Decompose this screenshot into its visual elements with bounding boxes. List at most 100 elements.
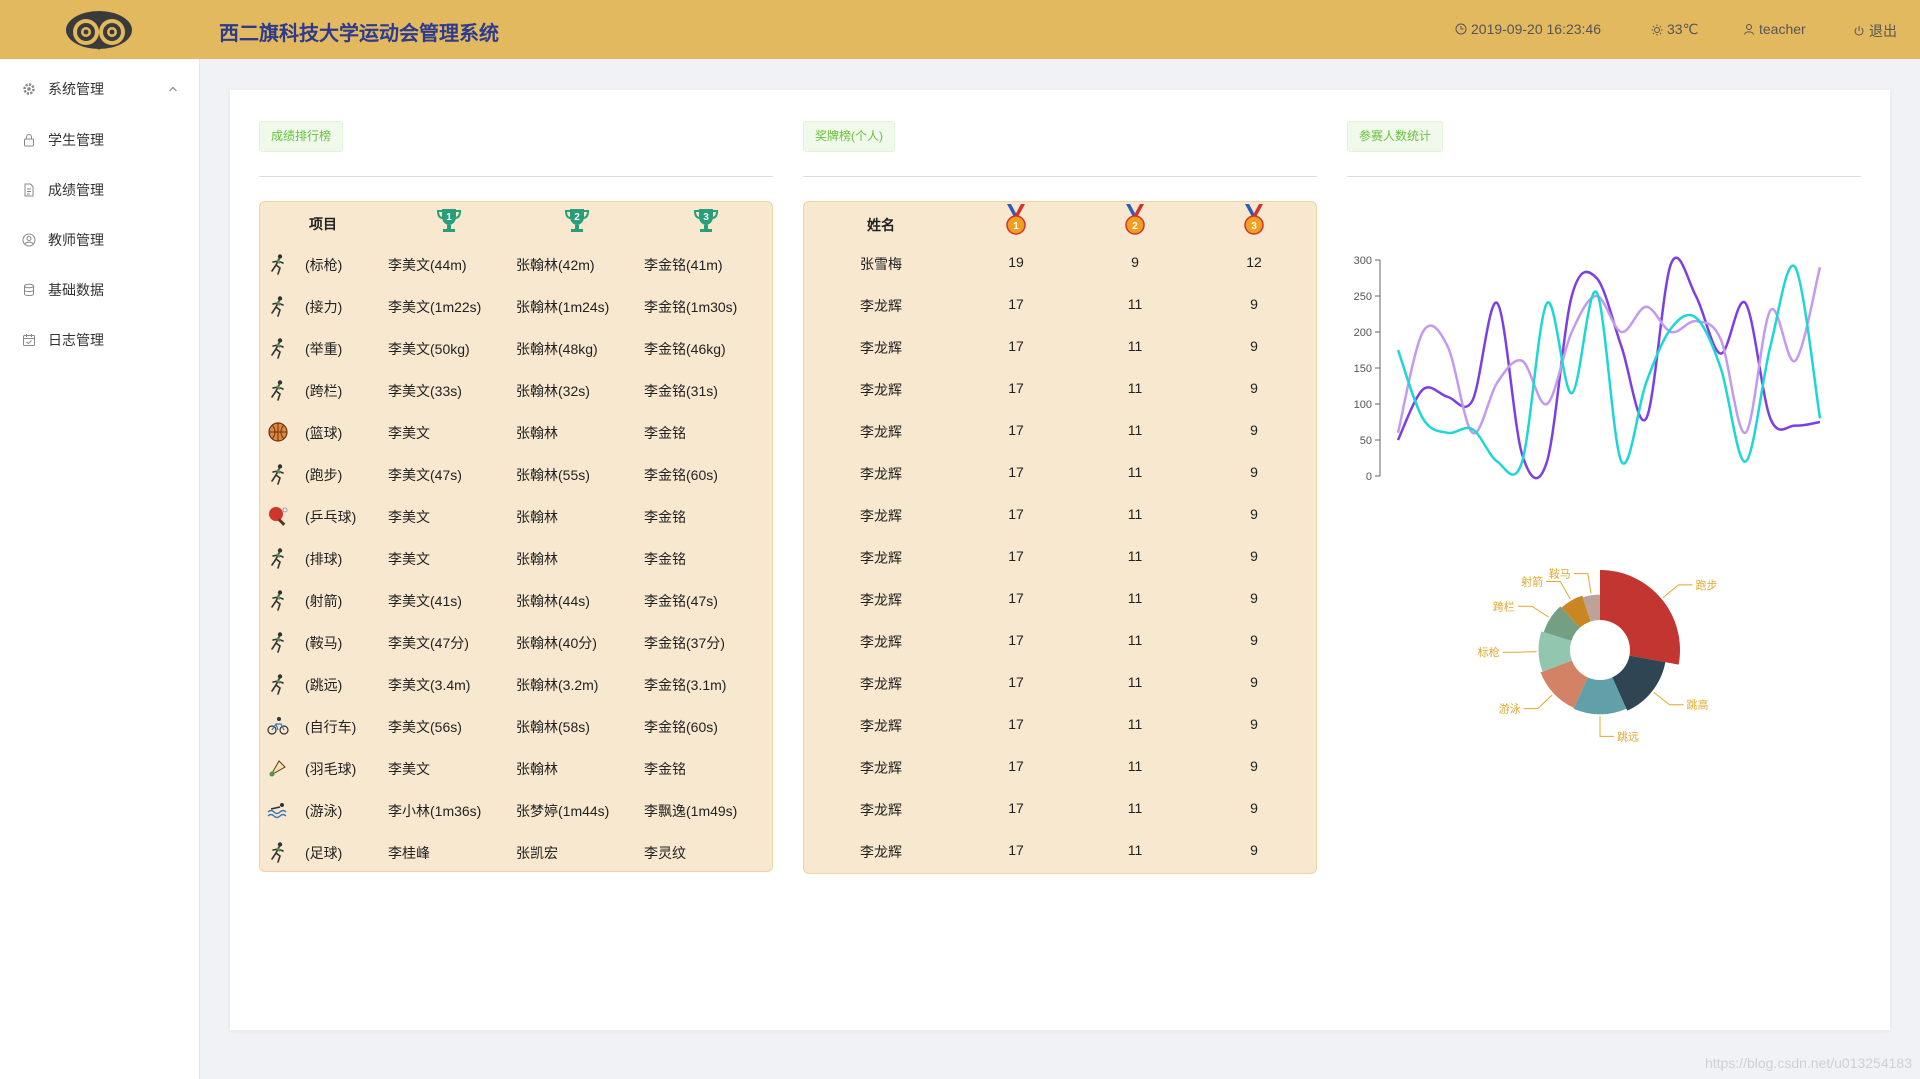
bronze-count: 9 — [1250, 296, 1258, 312]
athlete-name: 李龙辉 — [860, 676, 902, 692]
athlete-name: 李龙辉 — [860, 466, 902, 482]
second-place: 张翰林(58s) — [516, 719, 590, 735]
medals-tag: 奖牌榜(个人) — [803, 121, 895, 152]
y-tick-label: 50 — [1360, 435, 1372, 447]
silver-count: 11 — [1127, 716, 1143, 732]
second-place: 张翰林(32s) — [516, 383, 590, 399]
event-name: (篮球) — [305, 425, 343, 441]
event-name: (游泳) — [305, 803, 343, 819]
medal-3-icon: 3 — [1244, 204, 1264, 235]
username-text[interactable]: teacher — [1759, 21, 1806, 37]
medal-rank-label: 3 — [1251, 221, 1257, 232]
silver-count: 11 — [1127, 590, 1143, 606]
slice-label-line — [1662, 584, 1693, 598]
first-place: 李美文(3.4m) — [388, 677, 471, 693]
gold-count: 17 — [1008, 506, 1024, 522]
event-name: (鞍马) — [305, 635, 343, 651]
sidebar-item-logs[interactable]: 日志管理 — [0, 320, 199, 360]
athlete-name: 李龙辉 — [860, 718, 902, 734]
second-place: 张翰林 — [516, 551, 558, 567]
first-place: 李美文(33s) — [388, 383, 462, 399]
name-header: 姓名 — [867, 217, 895, 233]
bronze-count: 9 — [1250, 632, 1258, 648]
basketball-icon — [268, 422, 288, 442]
participants-rose-chart: 跑步跳高跳远 游泳 标枪 跨栏射箭鞍马 — [1478, 567, 1718, 744]
lock-icon — [24, 134, 34, 147]
event-name: (足球) — [305, 845, 343, 861]
event-name: (排球) — [305, 551, 343, 567]
silver-count: 11 — [1127, 842, 1143, 858]
first-place: 李美文 — [388, 761, 430, 777]
third-place: 李金铭 — [644, 551, 686, 567]
sidebar-item-basic-data[interactable]: 基础数据 — [0, 270, 199, 310]
first-place: 李美文(47s) — [388, 467, 462, 483]
medal-rank-label: 2 — [1132, 221, 1138, 232]
event-name: (跑步) — [305, 467, 343, 483]
rose-slice — [1600, 570, 1680, 665]
weather-display: 33℃ — [1651, 21, 1698, 38]
owl-logo-icon[interactable] — [64, 8, 134, 52]
athlete-name: 李龙辉 — [860, 844, 902, 860]
gold-count: 17 — [1008, 590, 1024, 606]
second-place: 张凯宏 — [516, 845, 558, 861]
gold-count: 17 — [1008, 338, 1024, 354]
user-menu[interactable]: teacher — [1743, 21, 1806, 37]
silver-count: 11 — [1127, 338, 1143, 354]
gold-count: 19 — [1008, 254, 1024, 270]
user-circle-icon — [22, 233, 36, 247]
athlete-name: 李龙辉 — [860, 550, 902, 566]
silver-count: 11 — [1127, 758, 1143, 774]
event-name: (羽毛球) — [305, 761, 357, 777]
app-title: 西二旗科技大学运动会管理系统 — [219, 23, 499, 45]
medals-divider — [803, 176, 1317, 177]
silver-count: 9 — [1131, 254, 1139, 270]
top-header: 西二旗科技大学运动会管理系统 2019-09-20 16:23:46 33℃ t… — [0, 0, 1920, 59]
sidebar-item-label: 系统管理 — [48, 81, 104, 97]
bronze-count: 9 — [1250, 548, 1258, 564]
event-name: (接力) — [305, 299, 343, 315]
athlete-name: 张雪梅 — [860, 256, 902, 272]
medal-1-icon: 1 — [1006, 204, 1026, 235]
third-place: 李金铭 — [644, 761, 686, 777]
sidebar-item-scores[interactable]: 成绩管理 — [0, 170, 199, 210]
athlete-name: 李龙辉 — [860, 634, 902, 650]
silver-count: 11 — [1127, 464, 1143, 480]
gold-count: 17 — [1008, 674, 1024, 690]
logout-button[interactable]: 退出 — [1853, 21, 1897, 41]
gold-count: 17 — [1008, 296, 1024, 312]
silver-count: 11 — [1127, 422, 1143, 438]
second-place: 张梦婷(1m44s) — [516, 803, 610, 819]
event-name: (跳远) — [305, 677, 343, 693]
silver-count: 11 — [1127, 506, 1143, 522]
document-icon — [24, 183, 34, 197]
gear-icon — [23, 83, 35, 95]
first-place: 李美文 — [388, 551, 430, 567]
athlete-name: 李龙辉 — [860, 298, 902, 314]
sidebar-item-teachers[interactable]: 教师管理 — [0, 220, 199, 260]
ranking-tag: 成绩排行榜 — [259, 121, 344, 152]
bronze-count: 9 — [1250, 338, 1258, 354]
silver-count: 11 — [1127, 632, 1143, 648]
bronze-count: 9 — [1250, 590, 1258, 606]
gold-count: 17 — [1008, 422, 1024, 438]
athlete-name: 李龙辉 — [860, 508, 902, 524]
logout-label[interactable]: 退出 — [1869, 21, 1897, 41]
participants-divider — [1347, 176, 1861, 177]
sidebar-item-students[interactable]: 学生管理 — [0, 120, 199, 160]
bronze-count: 9 — [1250, 464, 1258, 480]
second-place: 张翰林 — [516, 425, 558, 441]
slice-label: 跑步 — [1695, 578, 1717, 592]
second-place: 张翰林(48kg) — [516, 341, 598, 357]
event-name: (标枪) — [305, 257, 343, 273]
first-place: 李美文(41s) — [388, 593, 462, 609]
first-place: 李美文 — [388, 509, 430, 525]
sidebar-item-system[interactable]: 系统管理 — [0, 69, 199, 109]
first-place: 李小林(1m36s) — [388, 803, 482, 819]
second-place: 张翰林 — [516, 509, 558, 525]
sidebar: 系统管理 学生管理 成绩管理 教师管理 基础数据 日志管理 — [0, 59, 200, 1079]
silver-count: 11 — [1127, 674, 1143, 690]
chevron-up-icon[interactable] — [168, 84, 178, 94]
third-place: 李金铭(41m) — [644, 257, 723, 273]
athlete-name: 李龙辉 — [860, 424, 902, 440]
athlete-name: 李龙辉 — [860, 592, 902, 608]
